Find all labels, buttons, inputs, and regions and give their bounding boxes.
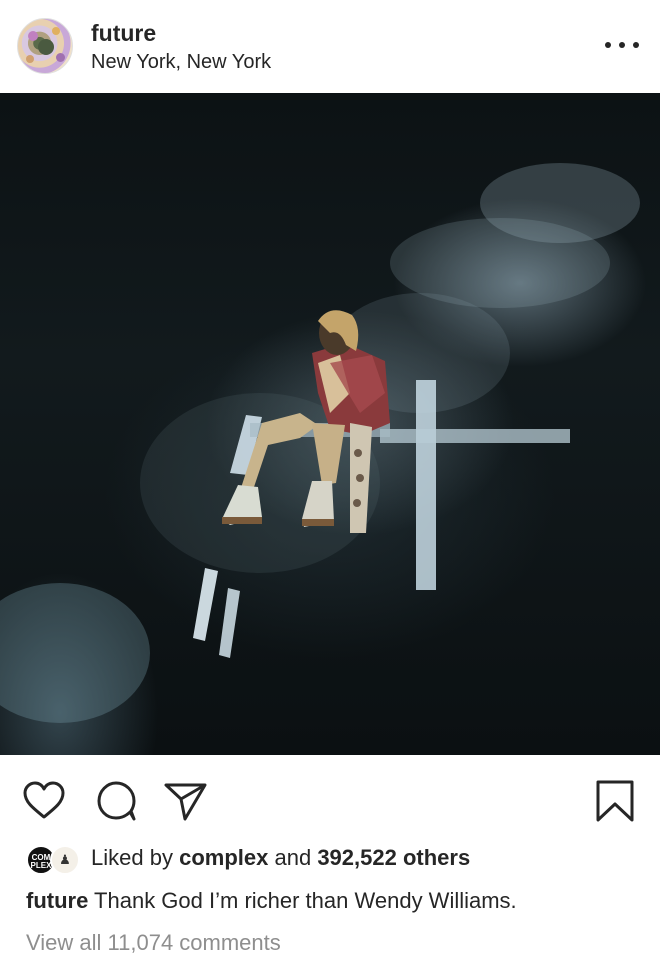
liker-avatars: COM PLEX ♟ <box>26 845 82 875</box>
post-username[interactable]: future <box>91 20 156 47</box>
heart-icon[interactable] <box>21 778 67 824</box>
action-bar <box>0 760 660 830</box>
caption-text: Thank God I’m richer than Wendy Williams… <box>94 888 517 913</box>
liker-username[interactable]: complex <box>179 845 268 870</box>
comment-icon[interactable] <box>94 778 140 824</box>
likes-count[interactable]: 392,522 others <box>317 845 470 870</box>
likes-row: COM PLEX ♟ Liked by complex and 392,522 … <box>26 843 646 875</box>
profile-avatar[interactable] <box>17 18 73 74</box>
view-comments-link[interactable]: View all 11,074 comments <box>26 930 281 956</box>
caption-username[interactable]: future <box>26 888 88 913</box>
post-caption: future Thank God I’m richer than Wendy W… <box>26 888 517 914</box>
more-options-icon[interactable] <box>605 30 639 60</box>
post-location[interactable]: New York, New York <box>91 51 271 74</box>
share-icon[interactable] <box>162 778 208 824</box>
likes-prefix: Liked by <box>91 845 173 870</box>
likes-text[interactable]: Liked by complex and 392,522 others <box>91 845 470 871</box>
friend-avatar[interactable]: ♟ <box>50 845 80 875</box>
likes-and: and <box>274 845 312 870</box>
stage-scene <box>0 163 640 723</box>
post-header: future New York, New York <box>0 0 660 93</box>
bookmark-icon[interactable] <box>592 778 638 824</box>
post-photo[interactable] <box>0 93 660 755</box>
